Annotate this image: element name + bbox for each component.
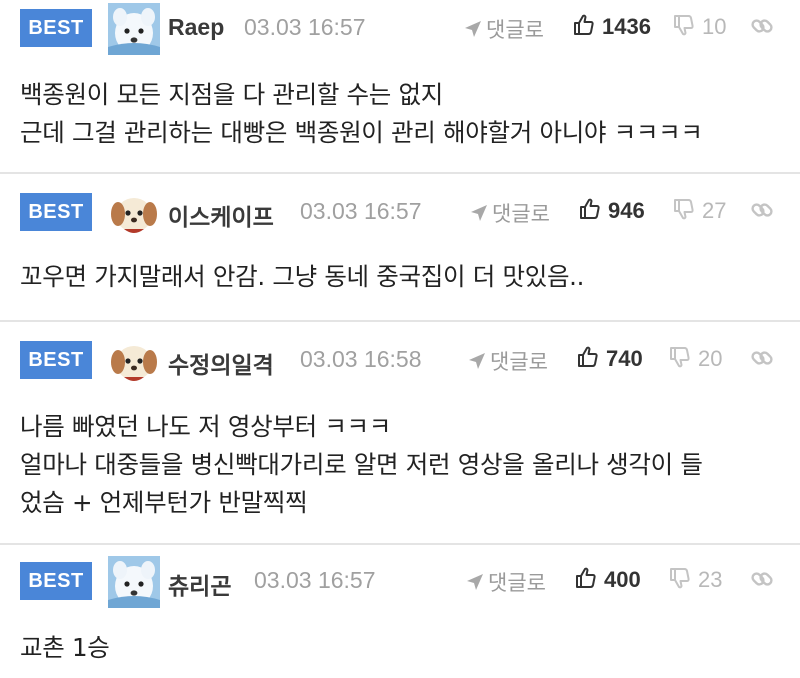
comment-item: BEST 츄리곤 03.03 16:57 댓글로 400 23 교촌 1승: [0, 545, 800, 678]
puppy-avatar-icon[interactable]: [108, 335, 160, 387]
dislike-button[interactable]: 20: [668, 345, 722, 372]
like-count: 946: [608, 198, 645, 223]
like-count: 400: [604, 567, 641, 592]
comment-item: BEST Raep 03.03 16:57 댓글로 1436 10 백종원이 모…: [0, 0, 800, 174]
dislike-button[interactable]: 10: [672, 13, 726, 40]
like-count: 1436: [602, 14, 651, 39]
thumbs-up-icon: [574, 566, 598, 590]
reply-button[interactable]: 댓글로: [470, 198, 550, 228]
dog-avatar-icon[interactable]: [108, 556, 160, 608]
comment-timestamp: 03.03 16:57: [254, 567, 376, 593]
reply-label: 댓글로: [492, 202, 550, 226]
author-nickname[interactable]: 츄리곤: [168, 567, 231, 601]
thumbs-up-icon: [578, 197, 602, 221]
reply-button[interactable]: 댓글로: [464, 14, 544, 44]
dog-avatar-icon[interactable]: [108, 3, 160, 55]
best-badge: BEST: [20, 562, 92, 600]
like-button[interactable]: 400: [574, 566, 641, 593]
comment-header: BEST 수정의일격 03.03 16:58 댓글로 740 20: [0, 332, 800, 388]
thumbs-down-icon: [668, 345, 692, 369]
thumbs-down-icon: [668, 566, 692, 590]
dislike-count: 10: [702, 14, 727, 39]
comment-header: BEST Raep 03.03 16:57 댓글로 1436 10: [0, 0, 800, 56]
share-link-icon[interactable]: [750, 346, 774, 370]
like-count: 740: [606, 346, 643, 371]
reply-label: 댓글로: [490, 350, 548, 374]
reply-label: 댓글로: [488, 571, 546, 595]
comment-timestamp: 03.03 16:57: [300, 198, 422, 224]
reply-button[interactable]: 댓글로: [468, 346, 548, 376]
reply-button[interactable]: 댓글로: [466, 567, 546, 597]
reply-arrow-icon: [464, 20, 482, 38]
reply-arrow-icon: [466, 573, 484, 591]
comment-item: BEST 이스케이프 03.03 16:57 댓글로 946 27 꼬우면 가지…: [0, 174, 800, 322]
share-link-icon[interactable]: [750, 198, 774, 222]
dislike-count: 20: [698, 346, 723, 371]
best-badge: BEST: [20, 9, 92, 47]
reply-label: 댓글로: [486, 18, 544, 42]
best-badge: BEST: [20, 193, 92, 231]
reply-arrow-icon: [468, 352, 486, 370]
reply-arrow-icon: [470, 204, 488, 222]
dislike-count: 23: [698, 567, 723, 592]
comment-timestamp: 03.03 16:57: [244, 14, 366, 40]
thumbs-up-icon: [576, 345, 600, 369]
comment-text: 백종원이 모든 지점을 다 관리할 수는 없지 근데 그걸 관리하는 대빵은 백…: [20, 80, 703, 147]
thumbs-up-icon: [572, 13, 596, 37]
comment-header: BEST 이스케이프 03.03 16:57 댓글로 946 27: [0, 184, 800, 240]
like-button[interactable]: 1436: [572, 13, 651, 40]
share-link-icon[interactable]: [750, 567, 774, 591]
author-nickname[interactable]: 수정의일격: [168, 346, 274, 380]
comment-text: 꼬우면 가지말래서 안감. 그냥 동네 중국집이 더 맛있음..: [20, 262, 585, 291]
comment-text: 교촌 1승: [20, 633, 110, 662]
comment-text: 나름 빠였던 나도 저 영상부터 ㅋㅋㅋ 얼마나 대중들을 병신빡대가리로 알면…: [20, 412, 703, 517]
like-button[interactable]: 740: [576, 345, 643, 372]
comment-header: BEST 츄리곤 03.03 16:57 댓글로 400 23: [0, 553, 800, 609]
comment-timestamp: 03.03 16:58: [300, 346, 422, 372]
share-link-icon[interactable]: [750, 14, 774, 38]
best-badge: BEST: [20, 341, 92, 379]
thumbs-down-icon: [672, 197, 696, 221]
dislike-button[interactable]: 27: [672, 197, 726, 224]
puppy-avatar-icon[interactable]: [108, 187, 160, 239]
thumbs-down-icon: [672, 13, 696, 37]
dislike-button[interactable]: 23: [668, 566, 722, 593]
like-button[interactable]: 946: [578, 197, 645, 224]
author-nickname[interactable]: 이스케이프: [168, 198, 274, 232]
comment-item: BEST 수정의일격 03.03 16:58 댓글로 740 20 나름 빠였던…: [0, 322, 800, 545]
dislike-count: 27: [702, 198, 727, 223]
author-nickname[interactable]: Raep: [168, 14, 224, 41]
